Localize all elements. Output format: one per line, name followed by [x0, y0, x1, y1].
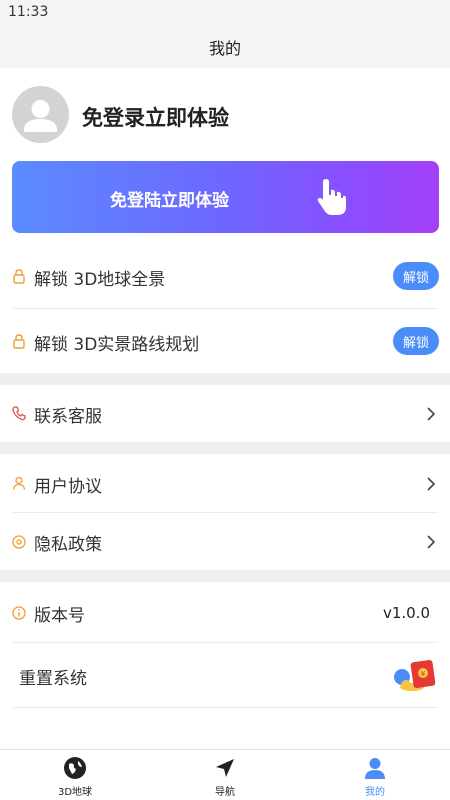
privacy-shield-icon [12, 535, 26, 549]
user-agreement-label: 用户协议 [34, 477, 102, 497]
unlock-earth-label: 解锁 3D地球全景 [34, 270, 166, 290]
section-gap [0, 570, 450, 582]
privacy-policy-label: 隐私政策 [34, 535, 102, 555]
section-gap [0, 373, 450, 385]
phone-icon [12, 406, 26, 421]
unlock-route-button[interactable]: 解锁 [393, 327, 439, 355]
version-label: 版本号 [34, 606, 85, 626]
unlock-route-row[interactable]: 解锁 3D实景路线规划 解锁 [0, 309, 450, 373]
user-agreement-row[interactable]: 用户协议 [0, 454, 450, 512]
lock-icon [13, 334, 25, 349]
profile-section[interactable]: 免登录立即体验 [0, 68, 450, 158]
page-title: 我的 [208, 39, 241, 58]
pointing-hand-icon [317, 179, 346, 215]
tab-3d-earth[interactable]: 3D地球 [0, 750, 150, 800]
user-placeholder-icon [24, 100, 57, 132]
user-icon [12, 476, 26, 490]
section-gap [0, 442, 450, 454]
reset-system-label: 重置系统 [19, 669, 87, 689]
banner-label: 免登陆立即体验 [110, 191, 229, 211]
unlock-route-label: 解锁 3D实景路线规划 [34, 335, 200, 355]
chevron-right-icon [427, 477, 436, 491]
divider [12, 707, 438, 708]
unlock-earth-button[interactable]: 解锁 [393, 262, 439, 290]
bottom-tab-bar: 3D地球 导航 我的 [0, 749, 450, 800]
status-bar: 11:33 [0, 0, 450, 26]
privacy-policy-row[interactable]: 隐私政策 [0, 513, 450, 570]
chevron-right-icon [427, 407, 436, 421]
version-value: v1.0.0 [382, 604, 430, 622]
svg-text:¥: ¥ [421, 670, 426, 678]
info-icon [12, 606, 26, 620]
red-envelope-icon[interactable]: ¥ [392, 657, 440, 693]
tab-navigation[interactable]: 导航 [150, 750, 300, 800]
tab-mine[interactable]: 我的 [300, 750, 450, 800]
reset-system-row[interactable]: 重置系统 ¥ [0, 643, 450, 707]
tab-label: 3D地球 [57, 787, 93, 798]
navigation-arrow-icon [216, 759, 234, 777]
chevron-right-icon [427, 535, 436, 549]
contact-support-label: 联系客服 [34, 407, 102, 427]
status-time: 11:33 [8, 4, 49, 20]
user-profile-icon [365, 758, 385, 779]
title-bar: 我的 [0, 26, 450, 68]
globe-icon [64, 757, 86, 779]
version-row: 版本号 v1.0.0 [0, 582, 450, 642]
tab-label: 导航 [215, 787, 235, 798]
lock-icon [13, 269, 25, 284]
profile-name[interactable]: 免登录立即体验 [82, 102, 229, 132]
unlock-earth-row[interactable]: 解锁 3D地球全景 解锁 [0, 243, 450, 308]
tab-label: 我的 [365, 787, 385, 798]
contact-support-row[interactable]: 联系客服 [0, 385, 450, 442]
avatar[interactable] [12, 86, 69, 143]
login-banner-button[interactable]: 免登陆立即体验 [12, 161, 439, 233]
